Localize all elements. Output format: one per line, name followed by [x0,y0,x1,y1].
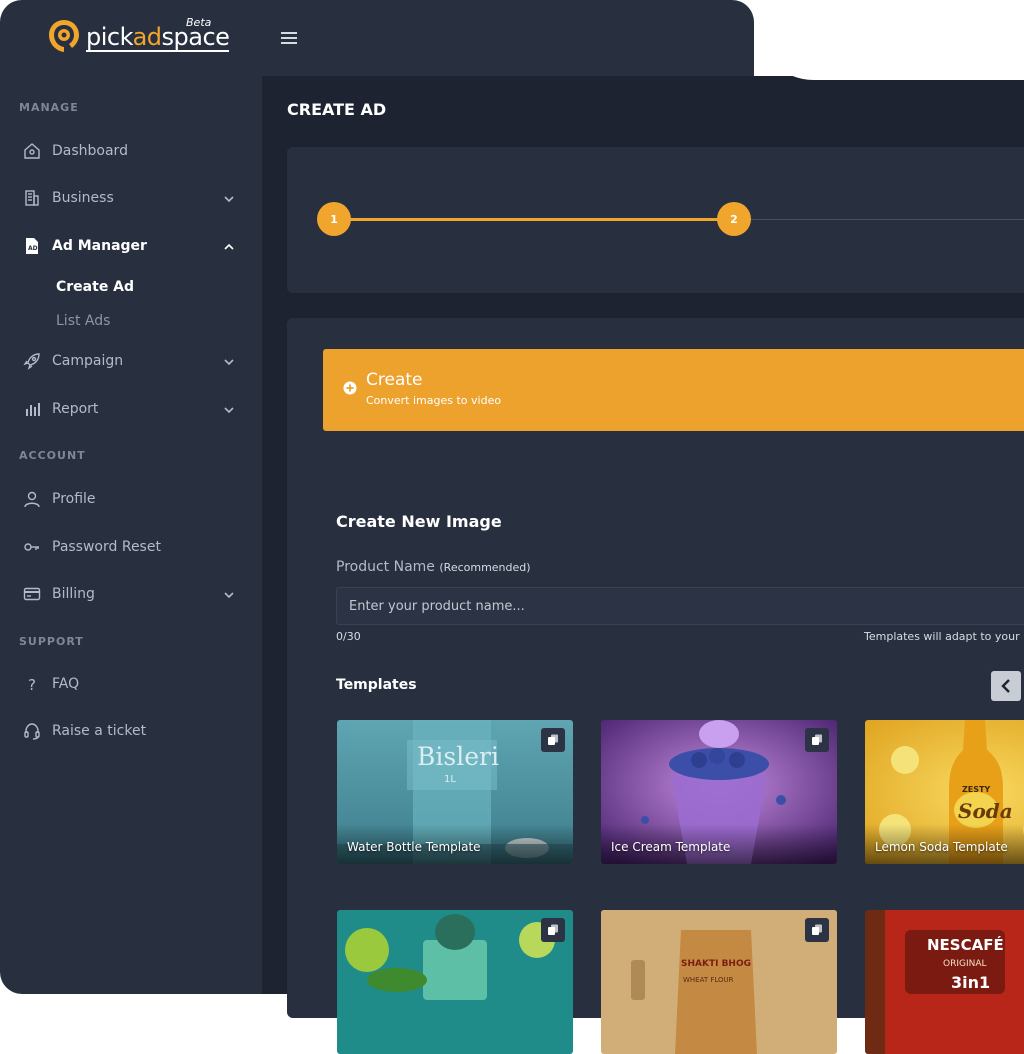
home-icon [22,141,42,161]
headset-icon [22,721,42,741]
coffee-badge: 3in1 [951,973,990,992]
sidebar-item-business[interactable]: Business [22,183,242,213]
rocket-icon [22,351,42,371]
wheat-flour-brand: SHAKTI BHOG [681,959,751,969]
banner-subtitle: Convert images to video [366,394,502,407]
sidebar-item-label: Dashboard [52,143,128,159]
sidebar-item-label: Campaign [52,353,124,369]
copy-icon[interactable] [541,918,565,942]
question-icon: ? [22,674,42,694]
svg-text:?: ? [28,676,36,693]
product-name-label-note: (Recommended) [439,561,531,574]
create-banner[interactable] [323,349,1024,431]
templates-title: Templates [336,677,417,693]
template-name: Water Bottle Template [347,840,481,854]
page-title: CREATE AD [287,100,387,119]
credit-card-icon [22,584,42,604]
section-account: ACCOUNT [19,449,86,462]
sidebar-item-label: Raise a ticket [52,723,147,739]
template-card-wheat-flour[interactable]: SHAKTI BHOG WHEAT FLOUR [601,910,837,1054]
lemon-soda-brand: Soda [958,799,1013,823]
top-bar [262,0,754,76]
chevron-down-icon [224,588,234,604]
create-new-image-title: Create New Image [336,512,502,531]
key-icon [22,537,42,557]
chevron-down-icon [224,192,234,208]
sidebar-item-report[interactable]: Report [22,394,242,424]
water-bottle-brand: Bisleri [417,742,499,771]
water-bottle-volume: 1L [444,774,456,785]
sidebar-item-password-reset[interactable]: Password Reset [22,532,242,562]
sidebar-item-label: FAQ [52,676,80,692]
sidebar-item-label: Business [52,190,114,206]
carousel-prev-button[interactable] [991,671,1021,701]
template-card-water-bottle[interactable]: Bisleri 1L Water Bottle Template [337,720,573,864]
sidebar-item-label: Ad Manager [52,238,147,254]
chevron-left-icon [1001,679,1010,693]
lemon-soda-tag: ZESTY [962,785,990,794]
chevron-up-icon [224,240,234,256]
plus-circle-icon [343,380,357,399]
sidebar-item-dashboard[interactable]: Dashboard [22,136,242,166]
lime-perfume-image [337,910,573,1054]
template-adapt-hint: Templates will adapt to your p [864,630,1024,643]
building-icon [22,188,42,208]
copy-icon[interactable] [541,728,565,752]
product-name-label-text: Product Name [336,559,435,575]
product-name-label: Product Name (Recommended) [336,559,531,575]
copy-icon[interactable] [805,728,829,752]
section-support: SUPPORT [19,635,84,648]
chevron-down-icon [224,355,234,371]
user-icon [22,489,42,509]
sidebar-item-profile[interactable]: Profile [22,484,242,514]
logo-text-accent: ad [132,22,162,51]
sidebar-item-campaign[interactable]: Campaign [22,346,242,376]
product-name-input[interactable] [336,587,1024,625]
step-1[interactable]: 1 [317,202,351,236]
hamburger-icon[interactable] [281,30,297,49]
sidebar-item-label: Billing [52,586,95,602]
sidebar-subitem-list-ads[interactable]: List Ads [56,313,110,329]
window-notch [754,0,1024,80]
sidebar-item-raise-ticket[interactable]: Raise a ticket [22,716,242,746]
sidebar-item-ad-manager[interactable]: AD Ad Manager [22,231,242,261]
banner-title: Create [366,370,423,390]
chevron-down-icon [224,403,234,419]
template-name: Lemon Soda Template [875,840,1008,854]
template-card-lemon-soda[interactable]: ZESTY Soda Lemon Soda Template [865,720,1024,864]
stepper-remaining-line [734,219,1024,220]
template-card-lime-perfume[interactable] [337,910,573,1054]
coffee-art-text: NESCAFÉ ORIGINAL 3in1 [927,935,1004,992]
coffee-brand: NESCAFÉ [927,935,1004,954]
coffee-sub: ORIGINAL [943,959,987,969]
wheat-flour-sub: WHEAT FLOUR [683,976,734,984]
svg-text:AD: AD [28,245,38,252]
template-name: Ice Cream Template [611,840,731,854]
section-manage: MANAGE [19,101,79,114]
step-2[interactable]: 2 [717,202,751,236]
sidebar-item-billing[interactable]: Billing [22,579,242,609]
template-card-coffee[interactable]: NESCAFÉ ORIGINAL 3in1 [865,910,1024,1054]
sidebar-item-label: Password Reset [52,539,161,555]
wheat-flour-art-text: SHAKTI BHOG WHEAT FLOUR [681,959,751,984]
copy-icon[interactable] [805,918,829,942]
sidebar-item-label: Report [52,401,99,417]
bar-chart-icon [22,399,42,419]
template-card-ice-cream[interactable]: Ice Cream Template [601,720,837,864]
ad-file-icon: AD [22,236,42,256]
beta-label: Beta [186,16,212,29]
sidebar-subitem-create-ad[interactable]: Create Ad [56,279,134,295]
sidebar-item-label: Profile [52,491,96,507]
sidebar-item-faq[interactable]: ? FAQ [22,669,242,699]
stepper-progress-line [334,218,734,221]
char-counter: 0/30 [336,630,361,643]
logo-mark-icon [46,18,82,54]
logo-text-pre: pick [86,22,133,51]
